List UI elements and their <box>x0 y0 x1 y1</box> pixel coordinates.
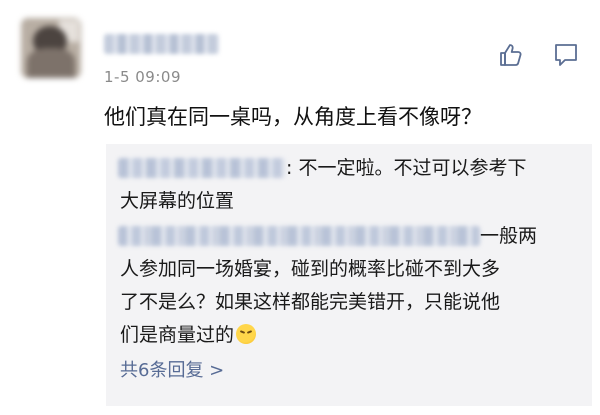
reply-line: 大屏幕的位置 <box>120 190 235 212</box>
comment-text: 他们真在同一桌吗，从角度上看不像呀？ <box>104 105 482 129</box>
reply-thread: : 不一定啦。不过可以参考下 大屏幕的位置 一般两 人参加同一场婚宴，碰到的概率… <box>106 144 592 406</box>
grimace-emoji-icon <box>236 324 257 344</box>
blurred-reply-author[interactable] <box>118 226 480 246</box>
user-avatar[interactable] <box>21 18 81 78</box>
thumbs-up-icon[interactable] <box>498 42 524 68</box>
reply-line-last: 们是商量过的 <box>120 323 257 347</box>
comment-timestamp: 1-5 09:09 <box>104 68 181 86</box>
reply-line: 人参加同一场婚宴，碰到的概率比碰不到大多 <box>120 258 501 280</box>
blurred-reply-author[interactable] <box>118 158 286 178</box>
comment-item: 1-5 09:09 他们真在同一桌吗，从角度上看不像呀？ : 不一定啦。不过可以… <box>0 0 600 415</box>
reply-line: : 不一定啦。不过可以参考下 <box>286 157 527 179</box>
blurred-username[interactable] <box>104 34 219 54</box>
view-all-replies-link[interactable]: 共6条回复 > <box>120 356 224 382</box>
reply-line: 一般两 <box>480 225 538 247</box>
reply-line-text: 们是商量过的 <box>120 324 235 346</box>
reply-line: 了不是么？如果这样都能完美错开，只能说他 <box>120 291 501 313</box>
comment-bubble-icon[interactable] <box>553 42 579 68</box>
